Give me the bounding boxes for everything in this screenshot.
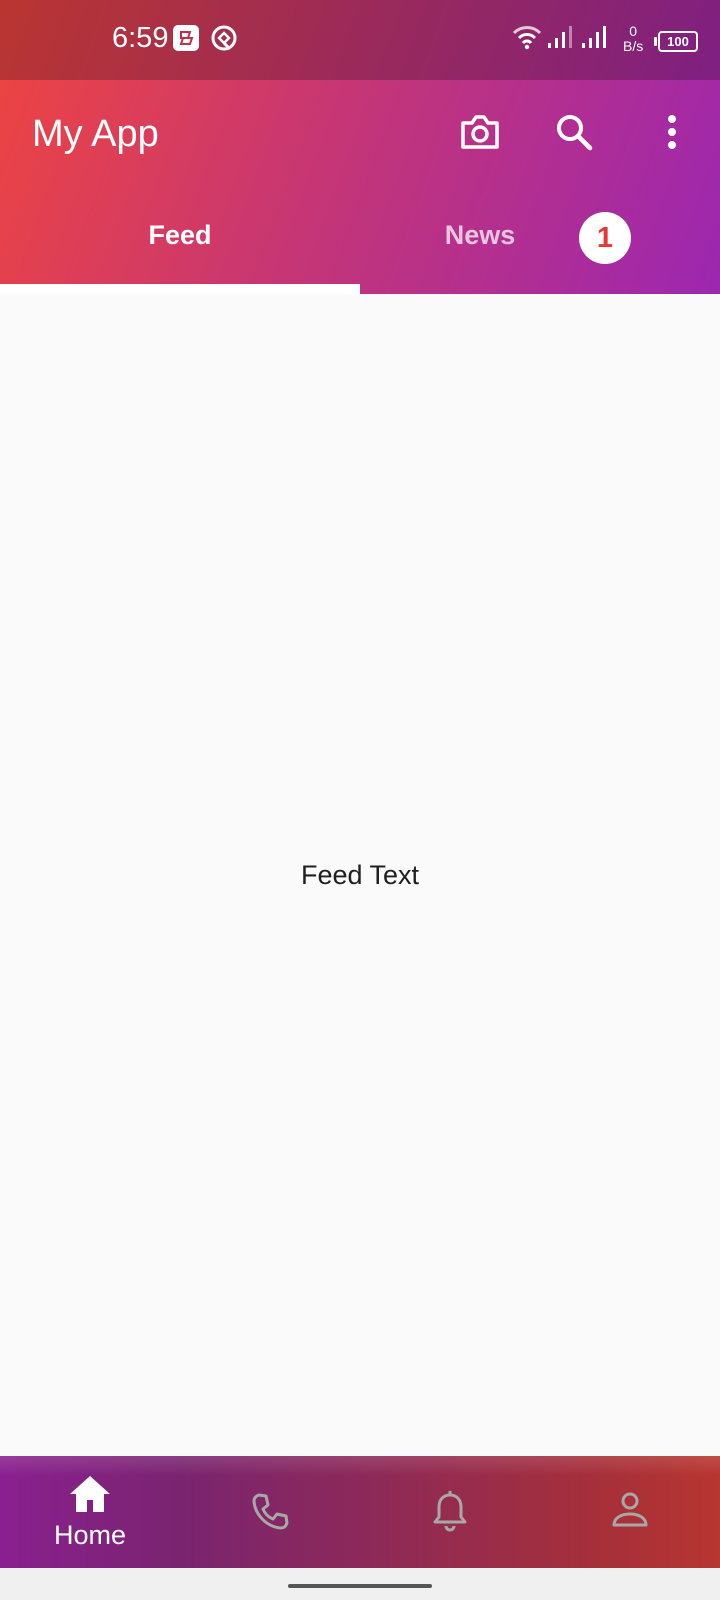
more-options-button[interactable] bbox=[648, 110, 696, 158]
home-icon bbox=[0, 1474, 180, 1514]
network-speed-unit: B/s bbox=[623, 38, 644, 54]
phone-icon bbox=[180, 1492, 360, 1532]
nav-home[interactable]: Home bbox=[0, 1456, 180, 1568]
tab-indicator bbox=[0, 284, 360, 294]
header: 6:59 0 B/s 100 My App Feed News 1 bbox=[0, 0, 720, 294]
nav-calls[interactable] bbox=[180, 1456, 360, 1568]
tab-news[interactable]: News bbox=[360, 192, 720, 294]
camera-button[interactable] bbox=[456, 110, 504, 158]
feed-text: Feed Text bbox=[300, 860, 420, 890]
bell-icon bbox=[360, 1490, 540, 1532]
app-title: My App bbox=[32, 113, 159, 155]
signal-icon bbox=[546, 22, 576, 55]
system-navigation-bar bbox=[0, 1568, 720, 1600]
person-icon bbox=[540, 1492, 720, 1528]
status-time: 6:59 bbox=[112, 22, 169, 54]
news-badge: 1 bbox=[579, 212, 631, 264]
feed-content: Feed Text bbox=[0, 294, 720, 1456]
app-bar: My App bbox=[0, 80, 720, 192]
gesture-handle[interactable] bbox=[288, 1584, 432, 1588]
search-icon bbox=[554, 112, 594, 157]
battery-indicator: 100 bbox=[654, 31, 698, 52]
nav-home-label: Home bbox=[53, 1520, 127, 1550]
bottom-navigation: Home bbox=[0, 1456, 720, 1568]
network-speed-value: 0 bbox=[629, 23, 638, 39]
more-vert-icon bbox=[666, 114, 678, 155]
nav-notifications[interactable] bbox=[360, 1456, 540, 1568]
nav-profile[interactable] bbox=[540, 1456, 720, 1568]
sync-app-icon bbox=[210, 24, 238, 52]
status-bar: 6:59 0 B/s 100 bbox=[0, 0, 720, 80]
camera-icon bbox=[459, 113, 501, 156]
signal-icon bbox=[580, 22, 610, 55]
wifi-icon bbox=[512, 22, 542, 55]
search-button[interactable] bbox=[550, 110, 598, 158]
notes-app-icon bbox=[172, 24, 200, 52]
network-speed: 0 B/s bbox=[623, 24, 643, 54]
